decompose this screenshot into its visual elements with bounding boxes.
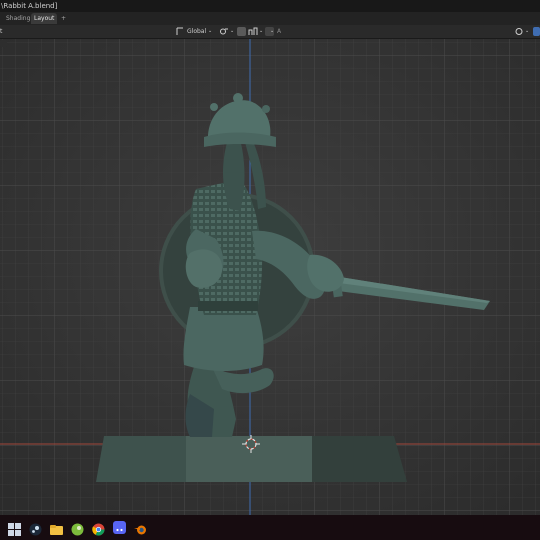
window-title-bar: \Rabbit A.blend] [0, 0, 540, 12]
taskbar [0, 515, 540, 540]
header-snap-mark: A [277, 28, 282, 35]
tab-add[interactable]: + [58, 13, 69, 24]
chevron-down-icon-3[interactable]: ⌄ [259, 27, 263, 36]
chevron-down-icon-2[interactable]: ⌄ [230, 27, 234, 36]
tab-layout[interactable]: Layout [31, 13, 58, 24]
window-title: \Rabbit A.blend] [1, 2, 58, 10]
chevron-down-icon-4[interactable]: ⌄ [270, 27, 274, 36]
3d-viewport[interactable] [0, 39, 540, 515]
chevron-down-icon[interactable]: ⌄ [208, 27, 212, 36]
model-belt [198, 301, 258, 311]
model-base[interactable] [96, 436, 407, 482]
model-helmet-crest [233, 93, 243, 103]
snap-toggle-icon[interactable] [237, 27, 246, 36]
file-explorer-icon[interactable] [50, 521, 63, 535]
steam-icon[interactable] [29, 521, 42, 536]
gecko-icon[interactable] [71, 521, 84, 536]
transform-orientation-dropdown[interactable]: Global [187, 27, 206, 36]
windows-start-icon[interactable] [8, 521, 21, 536]
header-left-mark: t [0, 28, 3, 35]
sidebar-toggle-icon[interactable] [0, 40, 7, 47]
transform-pivot-icon[interactable] [176, 27, 184, 36]
pivot-point-icon[interactable] [219, 27, 229, 36]
chevron-down-icon-5[interactable]: ⌄ [525, 27, 529, 36]
viewport-header: t Global ⌄ ⌄ ⌄ ⌄ A ⌄ [0, 25, 540, 39]
model-helmet-stud-right [262, 105, 270, 113]
workspace-tabs: Shading Layout + [0, 12, 540, 25]
model-helmet-stud-left [210, 103, 218, 111]
gizmo-toggle-icon[interactable] [514, 27, 524, 36]
model-tunic[interactable] [183, 307, 264, 371]
tab-shading[interactable]: Shading [3, 13, 33, 24]
blender-icon[interactable] [134, 521, 147, 535]
overlay-toggle-icon[interactable] [533, 27, 540, 36]
discord-icon[interactable] [113, 521, 126, 534]
snap-target-icon[interactable] [248, 27, 258, 36]
chrome-icon[interactable] [92, 521, 105, 536]
